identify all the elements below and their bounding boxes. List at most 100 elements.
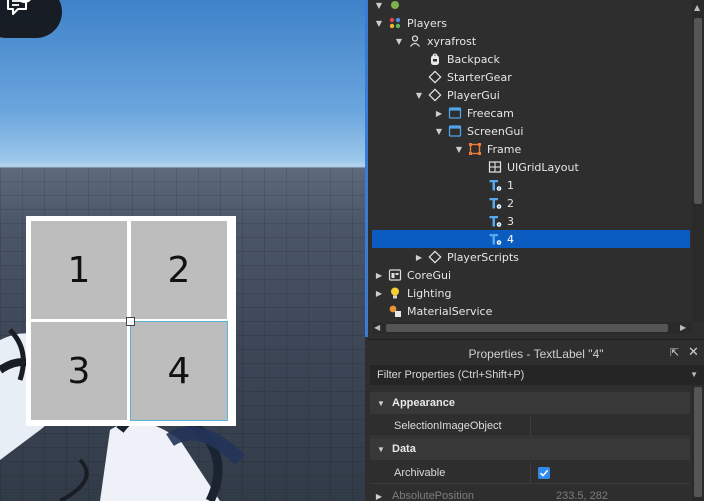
grid-cell-2[interactable]: 2 (131, 221, 227, 319)
explorer-item-root[interactable]: ▼ (372, 0, 690, 14)
properties-scroll-thumb[interactable] (694, 387, 702, 497)
explorer-item-uigridlayout[interactable]: UIGridLayout (372, 158, 690, 176)
explorer-item-players[interactable]: ▼ Players (372, 14, 690, 32)
player-icon (407, 33, 423, 49)
explorer-item-label: UIGridLayout (507, 160, 579, 174)
properties-panel: Properties - TextLabel "4" ⇱ ✕ Filter Pr… (368, 339, 704, 501)
property-name: Archivable (394, 466, 446, 479)
game-viewport[interactable]: 1 1 2 3 4 (0, 0, 365, 501)
explorer-item-lighting[interactable]: ▶ Lighting (372, 284, 690, 302)
expand-arrow-icon[interactable]: ▶ (368, 492, 390, 501)
section-appearance[interactable]: ▼ Appearance (370, 392, 690, 414)
explorer-item-label: StarterGear (447, 70, 512, 84)
explorer-item-2[interactable]: 2 (372, 194, 690, 212)
grid-cell-1[interactable]: 1 (31, 221, 127, 319)
explorer-item-backpack[interactable]: Backpack (372, 50, 690, 68)
scroll-left-icon[interactable]: ◀ (374, 323, 380, 332)
explorer-item-frame[interactable]: ▼ Frame (372, 140, 690, 158)
section-label: Data (392, 443, 416, 455)
explorer-item-screengui[interactable]: ▼ ScreenGui (372, 122, 690, 140)
grid-cell-3[interactable]: 3 (31, 322, 127, 420)
folder-icon (387, 0, 403, 13)
section-data[interactable]: ▼ Data (370, 438, 690, 460)
explorer-item-label: Frame (487, 142, 522, 156)
scroll-right-icon[interactable]: ▶ (680, 323, 686, 332)
diamond-icon (427, 69, 443, 85)
properties-scrollbar[interactable] (692, 387, 704, 501)
players-icon (387, 15, 403, 31)
explorer-horizontal-scrollbar[interactable]: ◀ ▶ (372, 322, 692, 334)
property-row-archivable[interactable]: Archivable (370, 461, 690, 484)
checkmark-icon (539, 469, 549, 477)
explorer-item-label: Backpack (447, 52, 500, 66)
archivable-checkbox[interactable] (538, 466, 550, 479)
property-value: 233.5, 282 (556, 490, 608, 501)
expand-arrow-icon[interactable]: ▶ (374, 266, 384, 284)
explorer-item-label: 1 (507, 178, 514, 192)
explorer-item-freecam[interactable]: ▶ Freecam (372, 104, 690, 122)
resize-handle[interactable] (126, 317, 135, 326)
collapse-arrow-icon[interactable]: ▼ (434, 122, 444, 140)
property-name: AbsolutePosition (392, 490, 474, 501)
chevron-down-icon[interactable]: ▼ (690, 365, 698, 385)
explorer-item-label: MaterialService (407, 304, 493, 318)
expand-arrow-icon[interactable]: ▶ (374, 284, 384, 302)
explorer-item-1[interactable]: 1 (372, 176, 690, 194)
explorer-item-materialservice[interactable]: MaterialService (372, 302, 690, 320)
expand-arrow-icon[interactable]: ▶ (434, 104, 444, 122)
explorer-item-label: 2 (507, 196, 514, 210)
property-value[interactable] (530, 461, 690, 484)
property-row-selectionimageobject[interactable]: SelectionImageObject (370, 414, 690, 437)
collapse-arrow-icon[interactable]: ▼ (414, 86, 424, 104)
explorer-item-startergear[interactable]: StarterGear (372, 68, 690, 86)
explorer-item-label: CoreGui (407, 268, 452, 282)
explorer-item-4[interactable]: 4 (372, 230, 690, 248)
explorer-item-label: Freecam (467, 106, 514, 120)
explorer-item-3[interactable]: 3 (372, 212, 690, 230)
gridlayout-icon (487, 159, 503, 175)
collapse-arrow-icon[interactable]: ▼ (370, 445, 392, 454)
undock-icon[interactable]: ⇱ (670, 346, 679, 359)
textlabel-icon (487, 231, 503, 247)
expand-arrow-icon[interactable]: ▶ (414, 248, 424, 266)
diamond-icon (427, 87, 443, 103)
diamond-icon (427, 249, 443, 265)
collapse-arrow-icon[interactable]: ▼ (454, 140, 464, 158)
screengui-icon (447, 123, 463, 139)
filter-properties-input[interactable]: Filter Properties (Ctrl+Shift+P) ▼ (370, 365, 704, 385)
explorer-item-label: 4 (507, 232, 514, 246)
explorer-item-label: Players (407, 16, 447, 30)
explorer-vertical-scrollbar[interactable]: ▲ (692, 0, 704, 322)
property-value[interactable] (530, 414, 690, 437)
explorer-item-playerscripts[interactable]: ▶ PlayerScripts (372, 248, 690, 266)
material-icon (387, 303, 403, 319)
explorer-item-xyrafrost[interactable]: ▼ xyrafrost (372, 32, 690, 50)
explorer-item-label: Lighting (407, 286, 452, 300)
collapse-arrow-icon[interactable]: ▼ (374, 0, 384, 14)
explorer-item-coregui[interactable]: ▶ CoreGui (372, 266, 690, 284)
frame-icon (467, 141, 483, 157)
explorer-item-label: 3 (507, 214, 514, 228)
collapse-arrow-icon[interactable]: ▼ (370, 399, 392, 408)
collapse-arrow-icon[interactable]: ▼ (374, 14, 384, 32)
explorer-tree: ▼ ▼ Players ▼ xyrafrost Backpack StarterGear ▼ P… (372, 0, 690, 322)
explorer-scroll-thumb[interactable] (694, 18, 702, 204)
collapse-arrow-icon[interactable]: ▼ (394, 32, 404, 50)
grid-cell-4[interactable]: 4 (130, 321, 228, 421)
textlabel-icon (487, 195, 503, 211)
chat-button[interactable]: 1 (0, 0, 62, 38)
ui-grid-frame[interactable]: 1 2 3 4 (26, 216, 236, 426)
explorer-hscroll-thumb[interactable] (386, 324, 668, 332)
coregui-icon (387, 267, 403, 283)
scroll-up-icon[interactable]: ▲ (694, 3, 700, 12)
textlabel-icon (487, 213, 503, 229)
close-icon[interactable]: ✕ (688, 345, 699, 360)
explorer-item-playergui[interactable]: ▼ PlayerGui (372, 86, 690, 104)
property-row-absoluteposition[interactable]: ▶ AbsolutePosition 233.5, 282 (370, 485, 690, 501)
explorer-item-label: xyrafrost (427, 34, 477, 48)
